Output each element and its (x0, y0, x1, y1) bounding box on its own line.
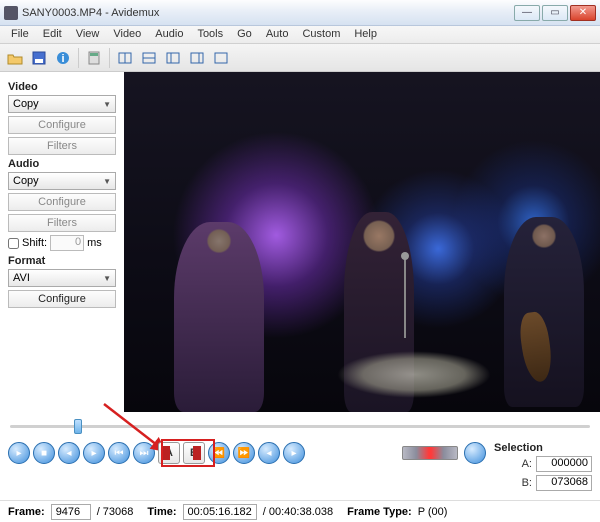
shift-row: Shift: 0 ms (8, 235, 116, 251)
audio-section-label: Audio (8, 158, 116, 170)
menu-help[interactable]: Help (347, 26, 384, 43)
slider-track[interactable] (10, 425, 590, 428)
frametype-label: Frame Type: (347, 506, 412, 518)
divider (78, 48, 79, 68)
video-filters-button[interactable]: Filters (8, 137, 116, 155)
maximize-button[interactable]: ▭ (542, 5, 568, 21)
save-icon[interactable] (28, 47, 50, 69)
prev-frame-button[interactable]: ◂ (58, 442, 80, 464)
video-preview (124, 72, 600, 412)
mic-stand (404, 258, 406, 338)
layout5-icon[interactable] (210, 47, 232, 69)
app-icon (4, 6, 18, 20)
window-title: SANY0003.MP4 - Avidemux (22, 7, 514, 19)
video-codec-value: Copy (13, 98, 39, 110)
frame-label: Frame: (8, 506, 45, 518)
selection-label: Selection (494, 442, 592, 454)
chevron-down-icon: ▼ (103, 177, 111, 186)
menu-custom[interactable]: Custom (295, 26, 347, 43)
menu-view[interactable]: View (69, 26, 107, 43)
menu-video[interactable]: Video (106, 26, 148, 43)
close-button[interactable]: ✕ (570, 5, 596, 21)
jog-dial[interactable] (464, 442, 486, 464)
video-frame (124, 72, 600, 412)
stop-button[interactable]: ■ (33, 442, 55, 464)
play-button[interactable]: ▸ (8, 442, 30, 464)
sel-b-value[interactable]: 073068 (536, 475, 592, 491)
sel-b-label: B: (522, 477, 532, 489)
shift-unit: ms (87, 237, 102, 249)
bottom-controls: ▸ ■ ◂ ▸ ⏮ ⏭ A B ⏪ ⏩ ◂ ▸ Selection A: 0000… (0, 440, 600, 496)
main-area: Video Copy ▼ Configure Filters Audio Copy… (0, 72, 600, 412)
next-keyframe-button[interactable]: ⏭ (133, 442, 155, 464)
marker-a-label: A (165, 447, 173, 459)
set-marker-a-button[interactable]: A (158, 442, 180, 464)
goto-end-button[interactable]: ⏩ (233, 442, 255, 464)
video-codec-select[interactable]: Copy ▼ (8, 95, 116, 113)
video-section-label: Video (8, 81, 116, 93)
shift-label: Shift: (22, 237, 47, 249)
menu-edit[interactable]: Edit (36, 26, 69, 43)
sel-a-value[interactable]: 000000 (536, 456, 592, 472)
selection-panel: Selection A: 000000 B: 073068 (494, 442, 592, 494)
next-frame-button[interactable]: ▸ (83, 442, 105, 464)
time-total: / 00:40:38.038 (263, 506, 333, 518)
goto-marker-a-button[interactable]: ◂ (258, 442, 280, 464)
chevron-down-icon: ▼ (103, 100, 111, 109)
divider (109, 48, 110, 68)
marker-b-label: B (190, 447, 198, 459)
set-marker-b-button[interactable]: B (183, 442, 205, 464)
prev-keyframe-button[interactable]: ⏮ (108, 442, 130, 464)
goto-start-button[interactable]: ⏪ (208, 442, 230, 464)
video-configure-button[interactable]: Configure (8, 116, 116, 134)
figure (174, 222, 264, 412)
layout4-icon[interactable] (186, 47, 208, 69)
title-bar: SANY0003.MP4 - Avidemux — ▭ ✕ (0, 0, 600, 26)
time-label: Time: (147, 506, 176, 518)
layout2-icon[interactable] (138, 47, 160, 69)
menu-audio[interactable]: Audio (148, 26, 190, 43)
audio-codec-select[interactable]: Copy ▼ (8, 172, 116, 190)
window-buttons: — ▭ ✕ (514, 5, 596, 21)
menu-auto[interactable]: Auto (259, 26, 296, 43)
side-panel: Video Copy ▼ Configure Filters Audio Copy… (0, 72, 124, 412)
shift-input[interactable]: 0 (50, 235, 84, 251)
menu-bar: File Edit View Video Audio Tools Go Auto… (0, 26, 600, 44)
chevron-down-icon: ▼ (103, 274, 111, 283)
jog-area (402, 442, 486, 494)
menu-go[interactable]: Go (230, 26, 259, 43)
open-icon[interactable] (4, 47, 26, 69)
svg-text:i: i (61, 53, 64, 65)
frame-total: / 73068 (97, 506, 134, 518)
status-bar: Frame: 9476 / 73068 Time: 00:05:16.182 /… (0, 500, 600, 522)
timeline-slider[interactable] (0, 412, 600, 440)
time-value[interactable]: 00:05:16.182 (183, 504, 257, 520)
menu-file[interactable]: File (4, 26, 36, 43)
layout3-icon[interactable] (162, 47, 184, 69)
audio-configure-button[interactable]: Configure (8, 193, 116, 211)
frametype-value: P (00) (418, 506, 448, 518)
format-configure-button[interactable]: Configure (8, 290, 116, 308)
menu-tools[interactable]: Tools (190, 26, 230, 43)
layout1-icon[interactable] (114, 47, 136, 69)
shift-checkbox[interactable] (8, 238, 19, 249)
goto-marker-b-button[interactable]: ▸ (283, 442, 305, 464)
format-value: AVI (13, 272, 30, 284)
frame-value[interactable]: 9476 (51, 504, 91, 520)
format-section-label: Format (8, 255, 116, 267)
info-icon[interactable]: i (52, 47, 74, 69)
audio-filters-button[interactable]: Filters (8, 214, 116, 232)
toolbar: i (0, 44, 600, 72)
sel-a-label: A: (522, 458, 532, 470)
vu-meter (402, 446, 458, 460)
format-select[interactable]: AVI ▼ (8, 269, 116, 287)
slider-thumb[interactable] (74, 419, 82, 434)
minimize-button[interactable]: — (514, 5, 540, 21)
transport-controls: ▸ ■ ◂ ▸ ⏮ ⏭ A B ⏪ ⏩ ◂ ▸ (8, 442, 402, 494)
cymbals (324, 347, 504, 402)
audio-codec-value: Copy (13, 175, 39, 187)
calculator-icon[interactable] (83, 47, 105, 69)
